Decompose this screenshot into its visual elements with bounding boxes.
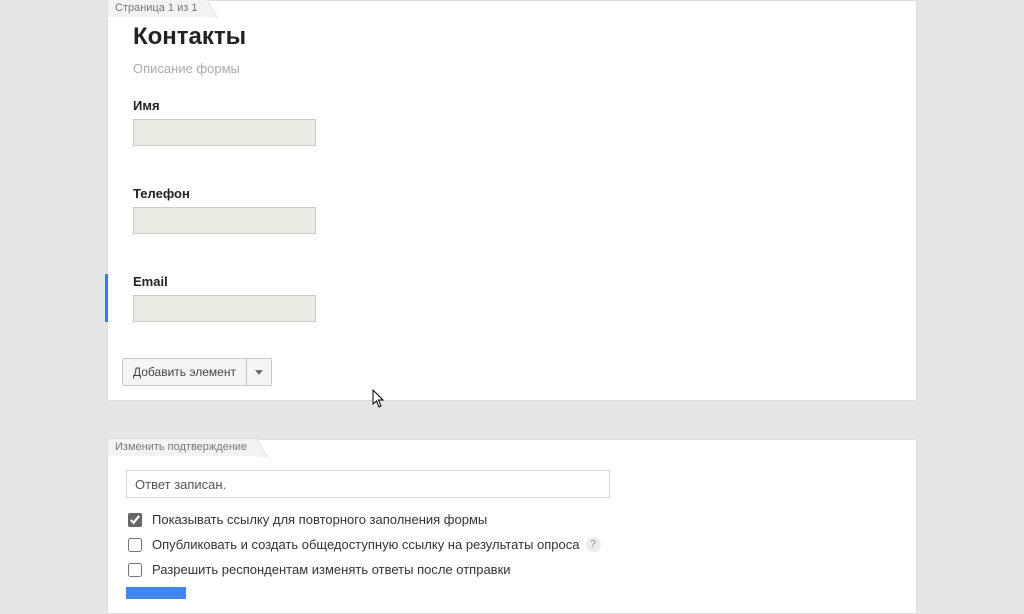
answer-input-phone[interactable]: [133, 207, 316, 234]
option-label: Показывать ссылку для повторного заполне…: [152, 512, 487, 527]
help-icon[interactable]: ?: [586, 537, 601, 552]
option-show-resubmit-link[interactable]: Показывать ссылку для повторного заполне…: [126, 512, 898, 527]
question-phone[interactable]: Телефон: [133, 186, 891, 234]
primary-action-button[interactable]: [126, 587, 186, 599]
question-email[interactable]: Email: [105, 274, 891, 322]
answer-input-email[interactable]: [133, 295, 316, 322]
option-label: Разрешить респондентам изменять ответы п…: [152, 562, 511, 577]
answer-input-name[interactable]: [133, 119, 316, 146]
add-element-button[interactable]: Добавить элемент: [122, 358, 272, 386]
form-title[interactable]: Контакты: [133, 23, 891, 51]
form-editor-panel: Страница 1 из 1 Контакты Описание формы …: [107, 0, 917, 401]
question-label: Email: [133, 274, 891, 289]
confirmation-panel: Изменить подтверждение Показывать ссылку…: [107, 439, 917, 614]
checkbox-publish-results[interactable]: [128, 538, 142, 552]
confirmation-tab: Изменить подтверждение: [107, 438, 258, 456]
checkbox-show-resubmit[interactable]: [128, 513, 142, 527]
page-indicator-tab: Страница 1 из 1: [107, 0, 208, 17]
question-label: Телефон: [133, 186, 891, 201]
question-name[interactable]: Имя: [133, 98, 891, 146]
confirmation-message-input[interactable]: [126, 470, 610, 498]
chevron-down-icon[interactable]: [247, 370, 271, 375]
checkbox-allow-edit[interactable]: [128, 563, 142, 577]
option-publish-results[interactable]: Опубликовать и создать общедоступную ссы…: [126, 537, 898, 552]
option-allow-edit[interactable]: Разрешить респондентам изменять ответы п…: [126, 562, 898, 577]
form-description[interactable]: Описание формы: [133, 61, 891, 76]
add-element-label: Добавить элемент: [123, 365, 246, 379]
option-label: Опубликовать и создать общедоступную ссы…: [152, 537, 580, 552]
question-label: Имя: [133, 98, 891, 113]
